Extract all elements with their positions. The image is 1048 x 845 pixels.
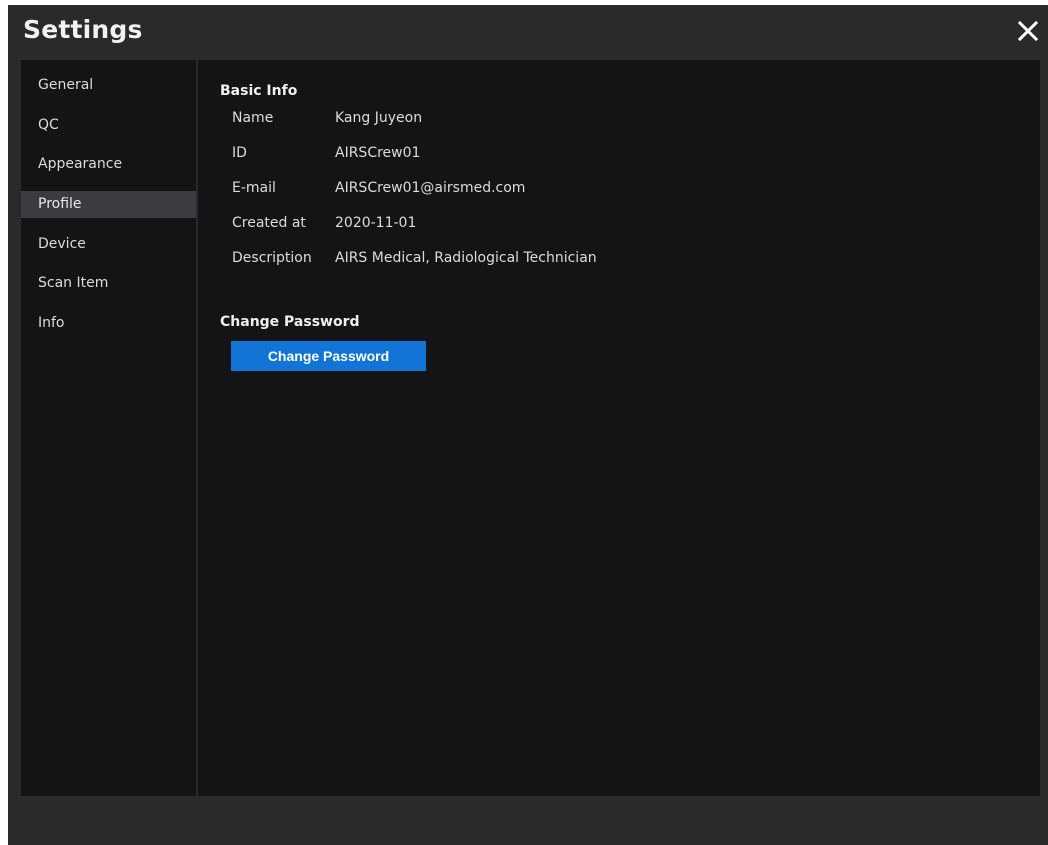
sidebar-item-device[interactable]: Device: [21, 231, 196, 258]
id-value: AIRSCrew01: [335, 145, 421, 161]
email-label: E-mail: [232, 180, 276, 196]
sidebar-item-scan-item[interactable]: Scan Item: [21, 270, 196, 297]
close-icon: [1017, 20, 1039, 42]
sidebar-item-label: Device: [38, 236, 86, 252]
created-at-value: 2020-11-01: [335, 215, 417, 231]
dialog-title: Settings: [23, 15, 143, 44]
email-value: AIRSCrew01@airsmed.com: [335, 180, 526, 196]
sidebar-item-label: General: [38, 77, 94, 93]
sidebar-item-appearance[interactable]: Appearance: [21, 151, 196, 178]
change-password-button[interactable]: Change Password: [231, 341, 426, 371]
basic-info-heading: Basic Info: [220, 83, 298, 99]
settings-dialog: Settings General QC Appearance Profile D…: [8, 5, 1048, 845]
sidebar-item-qc[interactable]: QC: [21, 112, 196, 139]
sidebar-item-label: Scan Item: [38, 275, 109, 291]
sidebar-item-info[interactable]: Info: [21, 310, 196, 337]
sidebar-item-label: Appearance: [38, 156, 123, 172]
name-label: Name: [232, 110, 274, 126]
sidebar-item-label: Profile: [38, 196, 82, 212]
settings-sidebar: General QC Appearance Profile Device Sca…: [21, 60, 196, 796]
description-label: Description: [232, 250, 312, 266]
sidebar-item-label: QC: [38, 117, 59, 133]
profile-panel: Basic Info Name Kang Juyeon ID AIRSCrew0…: [198, 60, 1040, 796]
change-password-heading: Change Password: [220, 314, 360, 330]
close-button[interactable]: [1016, 19, 1040, 43]
sidebar-item-profile[interactable]: Profile: [21, 191, 196, 218]
id-label: ID: [232, 145, 247, 161]
description-value: AIRS Medical, Radiological Technician: [335, 250, 597, 266]
sidebar-item-general[interactable]: General: [21, 72, 196, 99]
created-at-label: Created at: [232, 215, 306, 231]
name-value: Kang Juyeon: [335, 110, 423, 126]
sidebar-item-label: Info: [38, 315, 65, 331]
